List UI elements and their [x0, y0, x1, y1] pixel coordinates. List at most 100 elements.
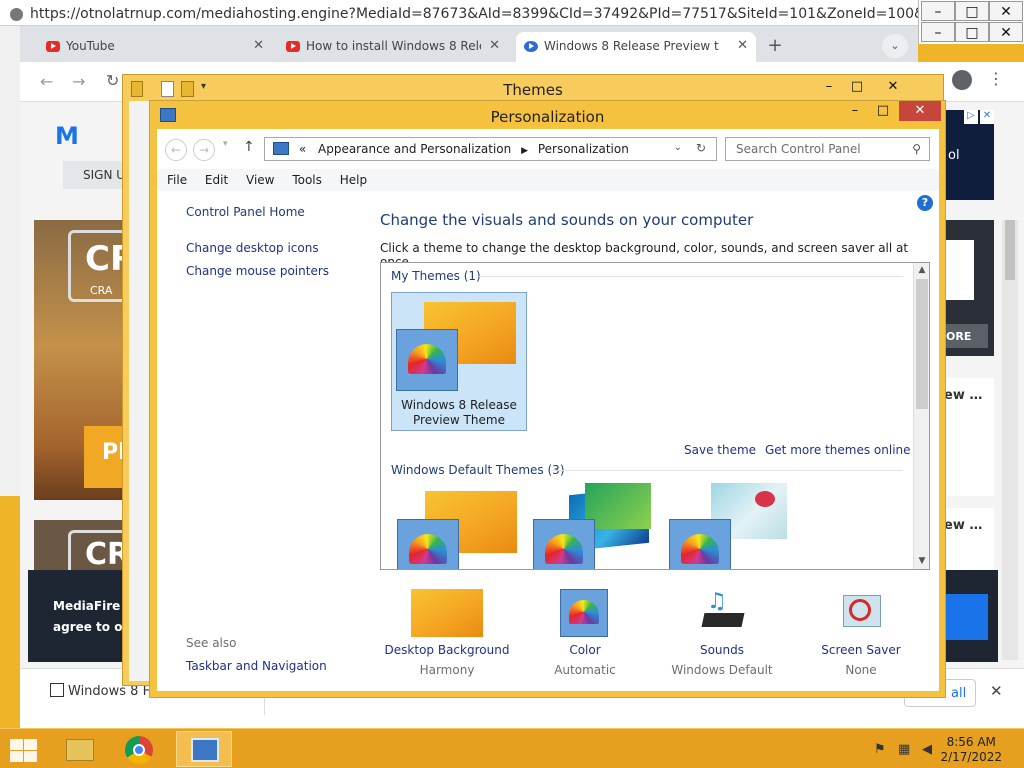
profile-icon[interactable]: [952, 70, 972, 90]
themes-minimize-button[interactable]: –: [815, 77, 843, 97]
outer-minimize-button[interactable]: –: [921, 1, 955, 21]
scroll-up-icon[interactable]: ▲: [914, 263, 929, 278]
scroll-down-icon[interactable]: ▼: [914, 554, 929, 569]
system-clock[interactable]: 8:56 AM 2/17/2022: [940, 735, 1002, 765]
start-button[interactable]: [8, 737, 38, 762]
close-button[interactable]: ✕: [899, 101, 941, 121]
page-title: Change the visuals and sounds on your co…: [380, 211, 754, 229]
breadcrumb-item[interactable]: Personalization: [538, 142, 629, 156]
back-icon[interactable]: ←: [40, 72, 53, 91]
tab-close-icon[interactable]: ✕: [737, 38, 748, 53]
tab-label: YouTube: [66, 39, 115, 53]
file-icon: [50, 683, 64, 697]
breadcrumb-item[interactable]: Appearance and Personalization: [318, 142, 511, 156]
save-theme-link[interactable]: Save theme: [684, 443, 756, 457]
download-bar-close-icon[interactable]: ✕: [990, 682, 1003, 700]
action-center-icon[interactable]: ⚑: [874, 742, 886, 757]
tab-windows-8-theme[interactable]: Windows 8 Release Preview them ✕: [516, 32, 756, 62]
scroll-thumb[interactable]: [916, 279, 928, 409]
forward-icon[interactable]: →: [193, 139, 215, 161]
search-icon[interactable]: ⚲: [912, 142, 921, 156]
browser-address-bar[interactable]: https://otnolatrnup.com/mediahosting.eng…: [0, 0, 918, 26]
themes-maximize-button[interactable]: □: [843, 77, 871, 97]
network-icon[interactable]: ▦: [898, 742, 910, 757]
sounds-label[interactable]: Sounds: [652, 643, 792, 657]
minimize-button[interactable]: –: [841, 101, 869, 121]
desktop-background-label[interactable]: Desktop Background: [377, 643, 517, 657]
chrome-icon: [125, 736, 153, 764]
ad-close-icon[interactable]: ✕: [980, 110, 994, 124]
breadcrumb-prefix[interactable]: «: [299, 142, 306, 156]
address-dropdown-icon[interactable]: ⌄: [674, 142, 682, 153]
game-ad-image[interactable]: CR CRA Pl: [34, 220, 136, 500]
desktop-background-button[interactable]: [411, 589, 483, 637]
theme-item-lines-and-colors[interactable]: [531, 483, 661, 569]
ad-info-icon[interactable]: ▷: [964, 110, 978, 124]
theme-list-scrollbar[interactable]: ▲ ▼: [913, 263, 929, 569]
tab-how-to-install[interactable]: How to install Windows 8 Release ✕: [278, 32, 508, 62]
ad-card-title: CR: [68, 530, 130, 572]
right-list-card[interactable]: ew …: [944, 508, 994, 570]
outer-close-button[interactable]: ✕: [989, 1, 1023, 21]
color-button[interactable]: [560, 589, 608, 637]
tab-close-icon[interactable]: ✕: [253, 38, 264, 53]
reload-icon[interactable]: ↻: [106, 71, 119, 90]
recent-pages-icon[interactable]: ▾: [223, 139, 228, 149]
inner-close-button[interactable]: ✕: [989, 22, 1023, 42]
menu-icon[interactable]: ⋮: [988, 69, 1004, 88]
forward-icon[interactable]: →: [72, 72, 85, 91]
more-button[interactable]: ORE: [944, 324, 988, 348]
volume-muted-icon[interactable]: ◀: [922, 742, 932, 757]
personalization-window[interactable]: Personalization – □ ✕ ← → ▾ ↑ « Appearan…: [149, 100, 946, 698]
section-divider: [479, 276, 903, 277]
theme-item-windows[interactable]: [395, 491, 525, 569]
theme-item-windows-8-release-preview[interactable]: Windows 8 Release Preview Theme: [391, 292, 527, 431]
menu-file[interactable]: File: [157, 169, 187, 187]
tab-close-icon[interactable]: ✕: [489, 38, 500, 53]
themes-close-button[interactable]: ✕: [879, 77, 907, 97]
outer-maximize-button[interactable]: □: [955, 1, 989, 21]
menu-tools[interactable]: Tools: [282, 169, 322, 187]
tab-youtube[interactable]: YouTube ✕: [38, 32, 272, 62]
control-panel-icon: [273, 142, 289, 155]
theme-color-icon: [533, 519, 595, 569]
get-more-themes-link[interactable]: Get more themes online: [765, 443, 911, 457]
control-panel-home-link[interactable]: Control Panel Home: [186, 205, 305, 219]
right-ad-panel[interactable]: ol ▷ ✕: [944, 110, 994, 200]
page-scrollbar[interactable]: [1002, 220, 1018, 660]
new-tab-button[interactable]: +: [762, 35, 788, 59]
chrome-taskbar-button[interactable]: [112, 731, 168, 767]
change-desktop-icons-link[interactable]: Change desktop icons: [186, 241, 319, 255]
back-icon[interactable]: ←: [165, 139, 187, 161]
mediafire-logo[interactable]: M: [55, 122, 79, 150]
up-icon[interactable]: ↑: [243, 139, 255, 155]
inner-minimize-button[interactable]: –: [921, 22, 955, 42]
theme-item-flowers[interactable]: [667, 483, 797, 569]
file-explorer-taskbar-button[interactable]: [52, 731, 108, 767]
download-item[interactable]: Windows 8 F: [68, 684, 150, 699]
page-scroll-thumb[interactable]: [1005, 220, 1015, 280]
change-mouse-pointers-link[interactable]: Change mouse pointers: [186, 264, 329, 278]
tab-search-icon[interactable]: ⌄: [882, 34, 908, 58]
sounds-button[interactable]: ♫: [697, 589, 747, 637]
color-label[interactable]: Color: [515, 643, 655, 657]
game-ad-image-2[interactable]: CR: [34, 520, 130, 572]
screen-saver-label[interactable]: Screen Saver: [791, 643, 931, 657]
right-list-card[interactable]: ew …: [944, 378, 994, 496]
menu-view[interactable]: View: [236, 169, 274, 187]
search-input[interactable]: Search Control Panel ⚲: [725, 137, 930, 161]
menu-edit[interactable]: Edit: [195, 169, 228, 187]
accept-button[interactable]: [944, 594, 988, 640]
taskbar-navigation-link[interactable]: Taskbar and Navigation: [186, 659, 327, 673]
help-icon[interactable]: ?: [917, 195, 933, 211]
menu-help[interactable]: Help: [330, 169, 367, 187]
breadcrumb-chevron-icon[interactable]: ▶: [521, 146, 528, 156]
theme-list[interactable]: My Themes (1) Windows 8 Release Preview …: [380, 262, 930, 570]
screen-saver-button[interactable]: [837, 589, 885, 637]
address-bar[interactable]: « Appearance and Personalization ▶ Perso…: [264, 137, 717, 161]
control-panel-taskbar-button[interactable]: [176, 731, 232, 767]
maximize-button[interactable]: □: [869, 101, 897, 121]
inner-maximize-button[interactable]: □: [955, 22, 989, 42]
refresh-icon[interactable]: ↻: [696, 141, 706, 155]
taskbar: ⚑ ▦ ◀ 8:56 AM 2/17/2022: [0, 728, 1024, 768]
